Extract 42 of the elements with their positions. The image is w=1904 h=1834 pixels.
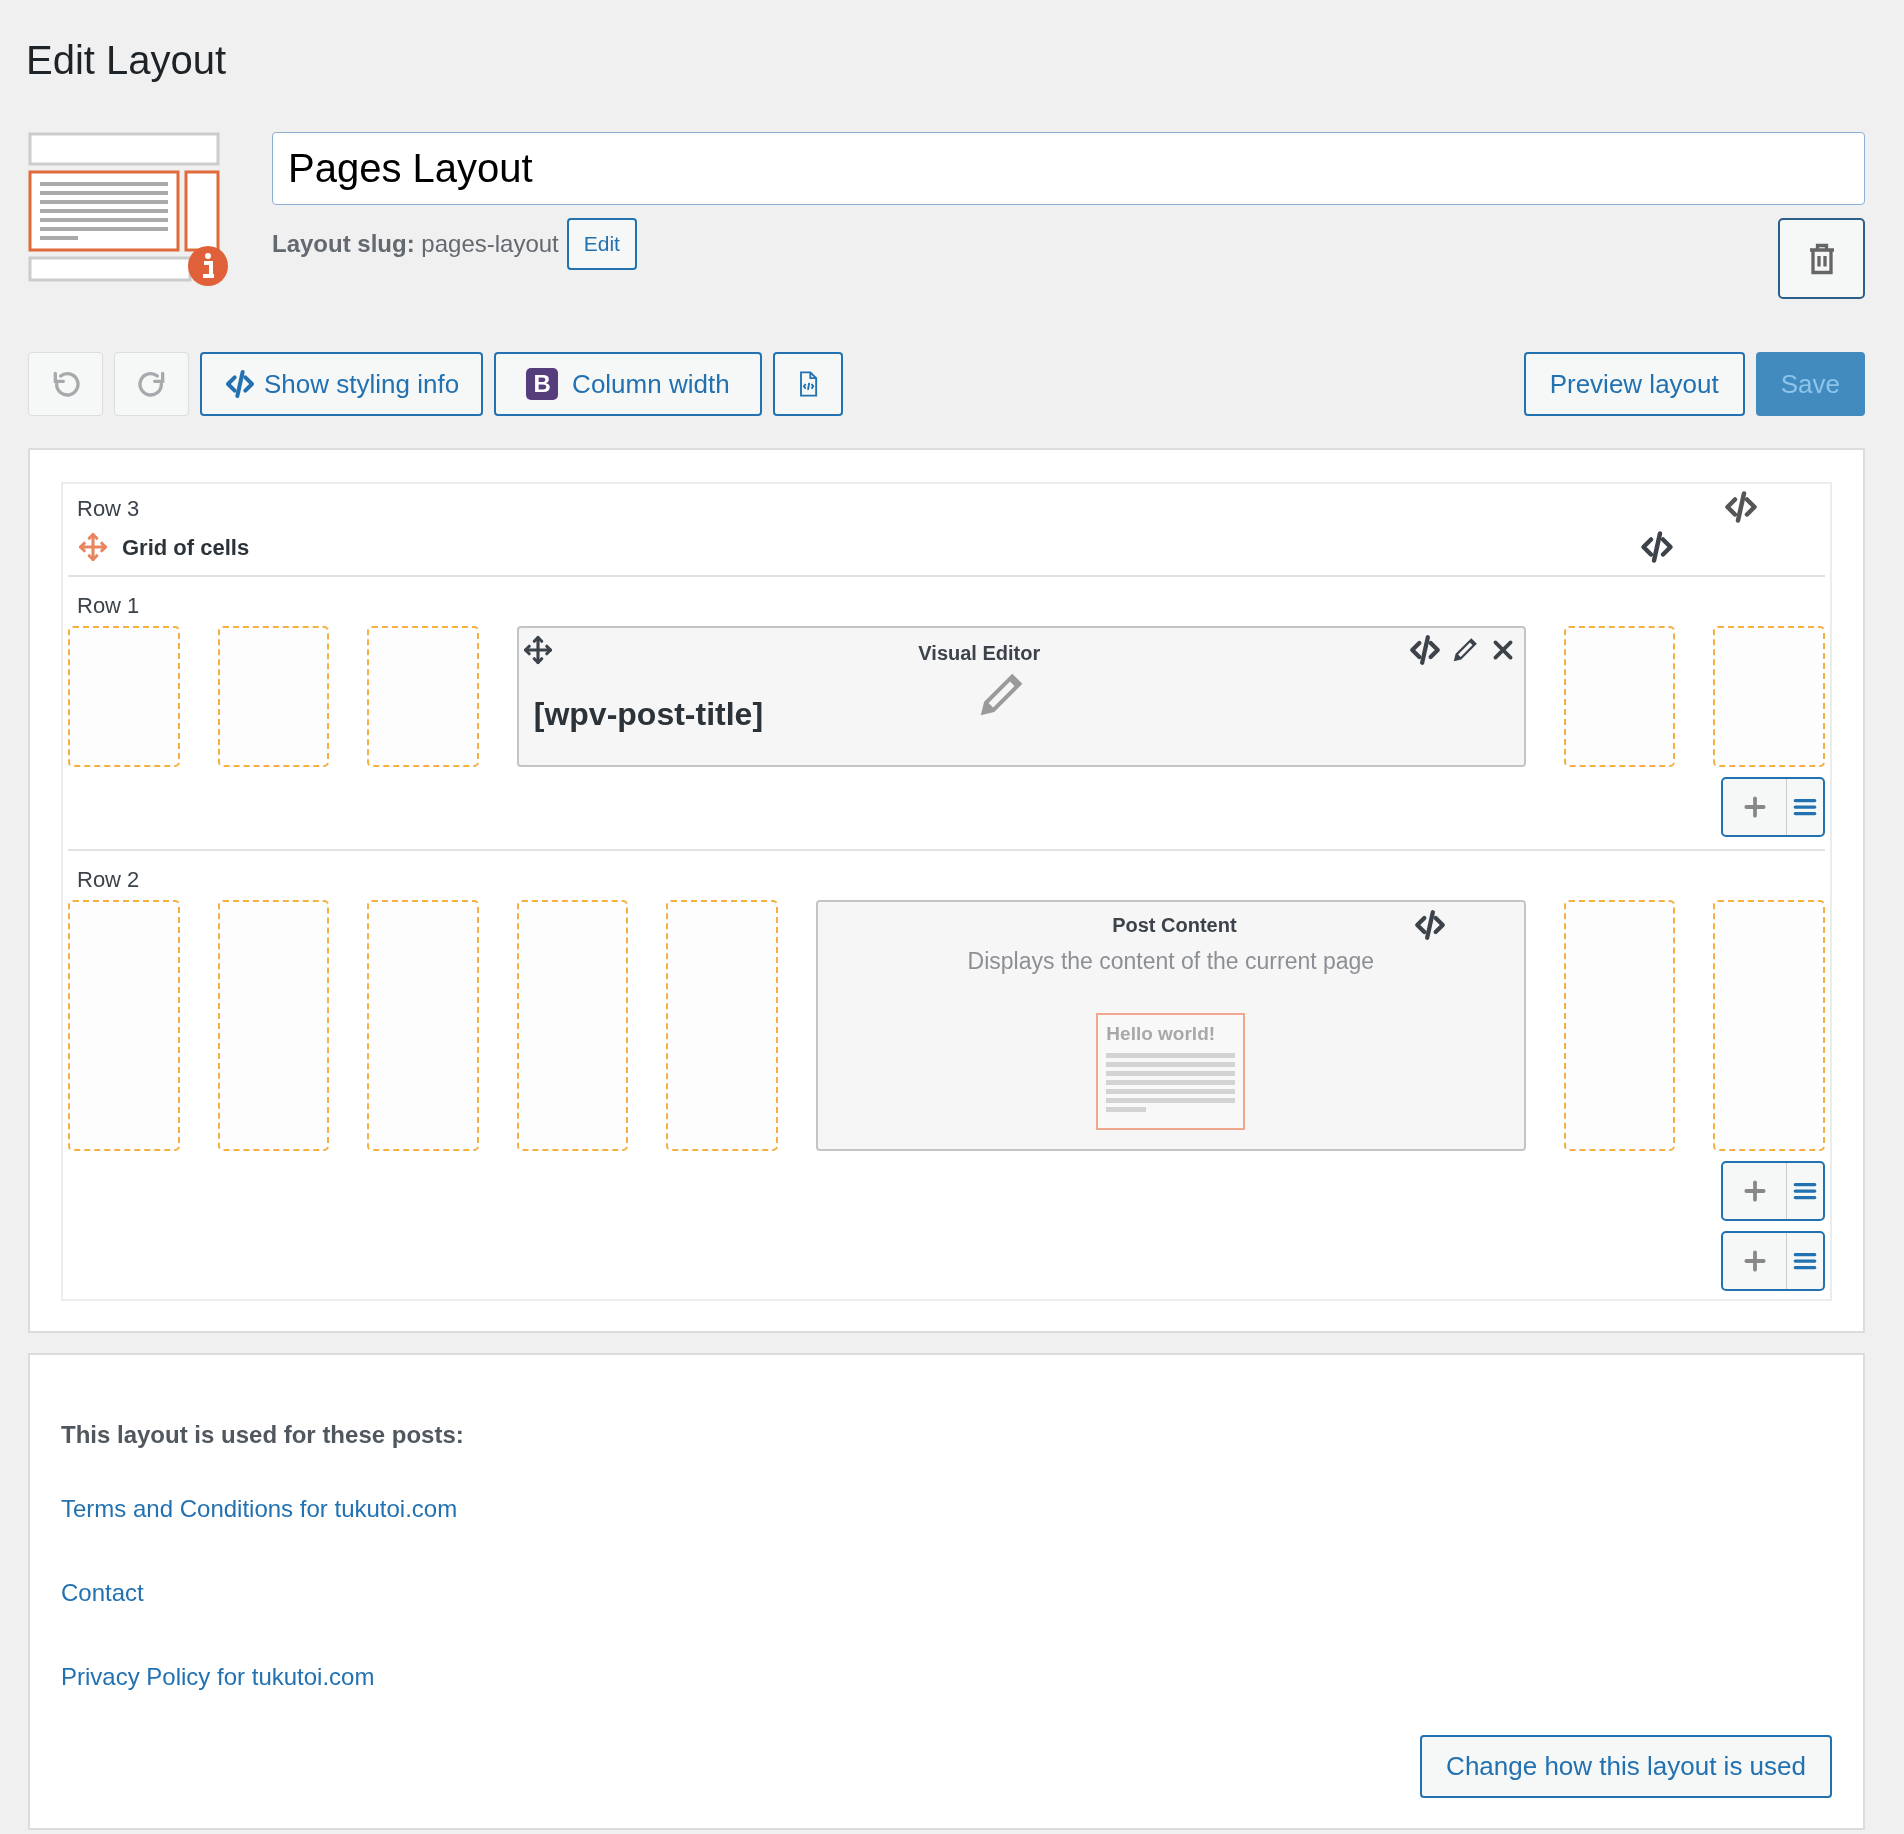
redo-button[interactable] [114, 352, 189, 416]
row-label: Row 3 [77, 495, 140, 523]
empty-cell[interactable] [666, 900, 778, 1151]
empty-cell[interactable] [516, 900, 629, 1151]
layout-slug-text: Layout slug: pages-layout [272, 229, 559, 259]
empty-cell[interactable] [1713, 626, 1825, 767]
file-code-button[interactable] [772, 352, 843, 416]
post-link[interactable]: Terms and Conditions for tukutoi.com [61, 1491, 458, 1527]
page-title: Edit Layout [26, 37, 228, 84]
row-label: Row 2 [77, 866, 140, 894]
empty-cell[interactable] [68, 626, 180, 767]
empty-cell[interactable] [367, 626, 479, 767]
cell-title: Post Content [1111, 913, 1238, 938]
visual-editor-cell[interactable]: Visual Editor [wpv-post-title] [516, 626, 1526, 767]
post-link[interactable]: Privacy Policy for tukutoi.com [61, 1659, 375, 1695]
column-width-button[interactable]: B Column width [494, 352, 762, 416]
cell-description: Displays the content of the current page [967, 947, 1375, 976]
cell-title: Visual Editor [917, 641, 1042, 666]
row-label: Row 1 [77, 592, 140, 620]
layout-name-field[interactable]: Pages Layout [272, 132, 1865, 205]
empty-cell[interactable] [367, 900, 479, 1151]
show-styling-button[interactable]: Show styling info [200, 352, 484, 416]
move-icon[interactable] [522, 635, 553, 665]
code-icon [224, 368, 256, 400]
edit-slug-button[interactable]: Edit [566, 218, 637, 270]
empty-cell[interactable] [1563, 626, 1676, 767]
empty-cell[interactable] [217, 900, 330, 1151]
empty-cell[interactable] [68, 900, 180, 1151]
cell-title: Grid of cells [122, 533, 251, 562]
empty-cell[interactable] [1713, 900, 1825, 1151]
undo-button[interactable] [28, 352, 103, 416]
empty-cell[interactable] [217, 626, 330, 767]
post-link[interactable]: Contact [61, 1575, 144, 1611]
bootstrap-logo-icon: B [526, 368, 559, 400]
cell-content: [wpv-post-title] [533, 695, 765, 734]
usage-heading: This layout is used for these posts: [61, 1420, 465, 1450]
change-usage-button[interactable]: Change how this layout is used [1420, 1735, 1832, 1798]
delete-button[interactable] [1778, 218, 1865, 299]
post-content-cell[interactable]: Post Content Displays the content of the current page Hello world! [815, 900, 1526, 1151]
preview-heading: Hello world! [1106, 1022, 1217, 1045]
preview-layout-button[interactable]: Preview layout [1523, 352, 1745, 416]
empty-cell[interactable] [1563, 900, 1676, 1151]
